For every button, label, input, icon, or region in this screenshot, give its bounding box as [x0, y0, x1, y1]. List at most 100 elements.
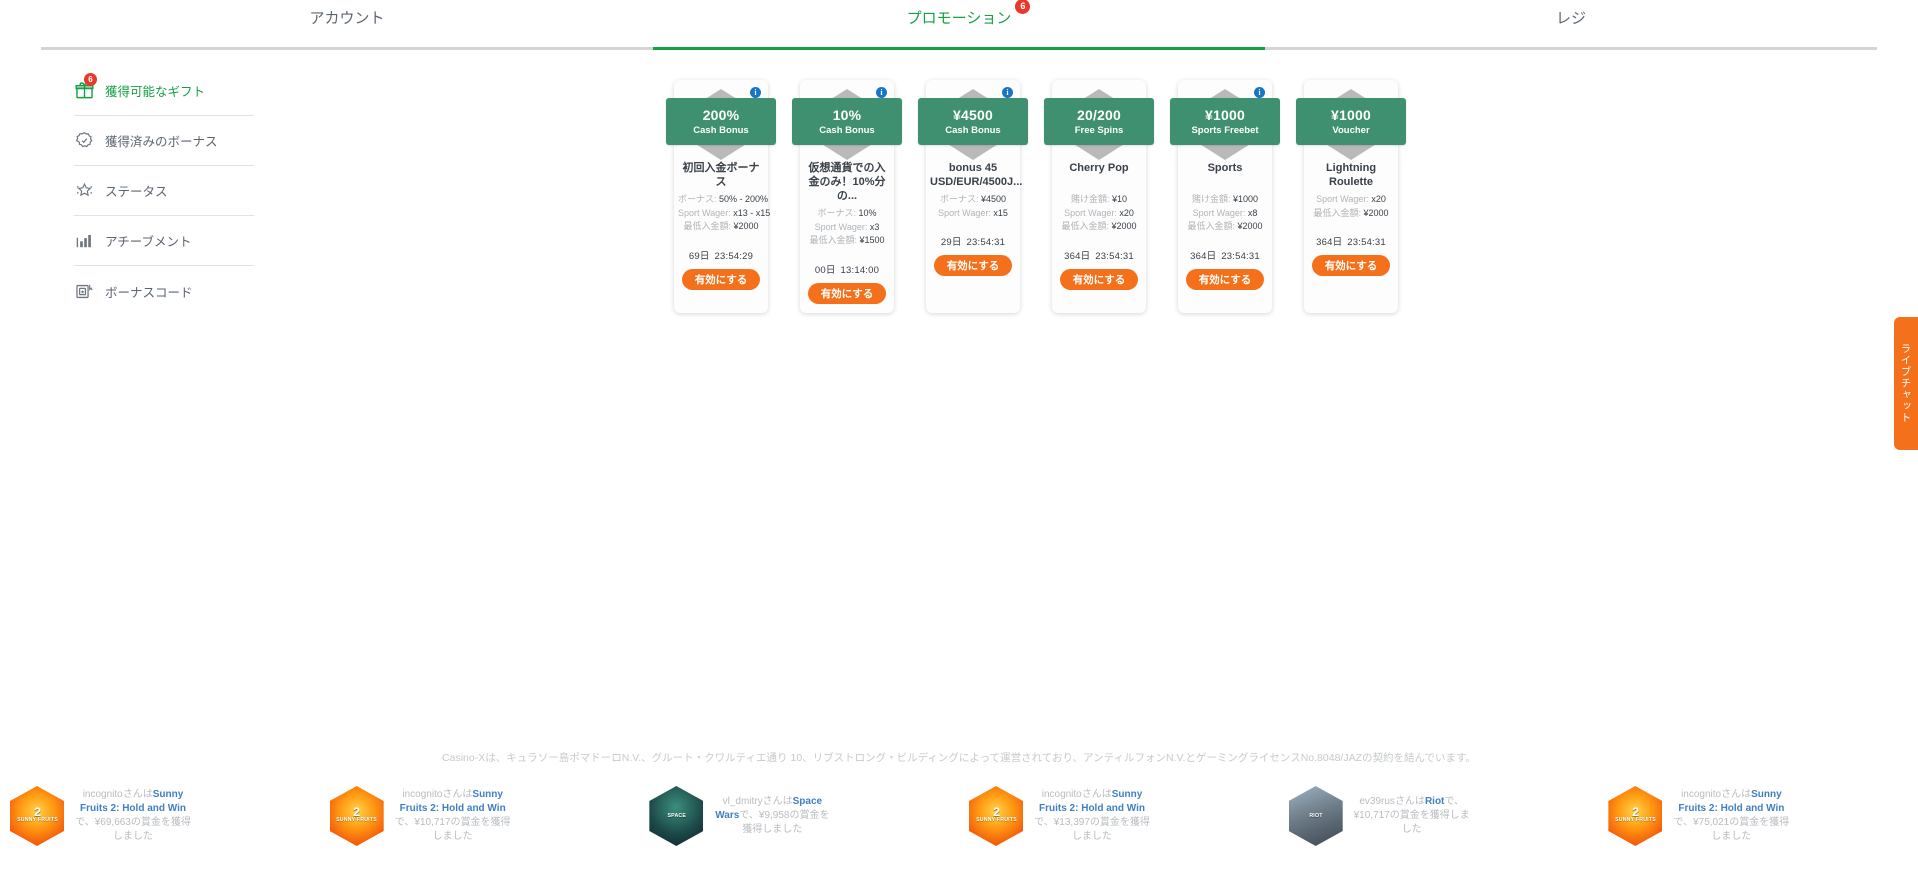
detail-key: Sport Wager: [1064, 207, 1117, 218]
sunny-fruits-thumb[interactable]: 2 SUNNY FRUITS [329, 786, 384, 846]
ribbon-amount: ¥1000 [1331, 107, 1371, 123]
winner-item[interactable]: RIOT ev39rusさんはRiotで、¥10,717の賞金を獲得しました [1279, 786, 1599, 846]
riot-thumb[interactable]: RIOT [1288, 786, 1343, 846]
detail-value: ¥2000 [1363, 207, 1389, 218]
promotion-card[interactable]: i 200% Cash Bonus 初回入金ボーナス ボーナス: 50% - 200% S… [666, 80, 776, 313]
thumb-art: 2 SUNNY FRUITS [975, 804, 1017, 824]
detail-value: ¥2000 [1237, 221, 1263, 231]
tab-account[interactable]: アカウント [41, 6, 653, 50]
detail-value: 10% [858, 208, 877, 218]
winner-username: incognito [1681, 789, 1722, 800]
promotion-detail-row: Sport Wager: x3 [804, 221, 890, 235]
promotion-card[interactable]: i ¥1000 Sports Freebet Sports 賭け金額: ¥1000 Spo… [1170, 80, 1280, 313]
countdown-days: 364日 [1190, 250, 1217, 262]
ribbon-banner: ¥1000 Sports Freebet [1170, 98, 1280, 145]
promotion-detail-row: 最低入金額: ¥2000 [1182, 220, 1268, 234]
winner-item[interactable]: 2 SUNNY FRUITS incognitoさんはSunny Fruits 2:… [0, 786, 320, 846]
promotion-countdown: 29日 23:54:31 [926, 234, 1020, 248]
activate-button[interactable]: 有効にする [1186, 268, 1264, 290]
promotion-card[interactable]: i 10% Cash Bonus 仮想通貨での入金のみ！10%分の... ボーナス: 1… [792, 80, 902, 313]
sidebar-item-0[interactable]: 6 獲得可能なギフト [74, 66, 254, 116]
ribbon-amount: ¥1000 [1205, 107, 1245, 123]
winner-connector: さんは [762, 796, 793, 807]
info-icon[interactable]: i [876, 87, 887, 98]
promotion-detail-row: ボーナス: ¥4500 [930, 193, 1016, 207]
winner-connector: さんは [1081, 789, 1112, 800]
detail-value: ¥2000 [1111, 221, 1137, 231]
promotion-detail-row: Sport Wager: x20 [1308, 193, 1394, 207]
winner-item[interactable]: 2 SUNNY FRUITS incognitoさんはSunny Fruits 2:… [320, 786, 640, 846]
winner-amount-text: で、¥9,958の賞金を獲得しました [739, 810, 830, 835]
ribbon-kind: Sports Freebet [1191, 125, 1259, 136]
sidebar-item-label: 獲得済みのボーナス [105, 135, 218, 149]
winner-username: incognito [402, 789, 443, 800]
promotion-detail-row: 賭け金額: ¥10 [1056, 193, 1142, 207]
sidebar-item-4[interactable]: ボーナスコード [74, 266, 254, 316]
winner-amount-text: で、¥75,021の賞金を獲得しました [1673, 817, 1790, 842]
space-wars-thumb[interactable]: SPACE [649, 786, 704, 846]
info-icon[interactable]: i [1254, 87, 1265, 98]
countdown-days: 364日 [1316, 237, 1343, 248]
detail-key: ボーナス: [939, 194, 979, 204]
activate-button[interactable]: 有効にする [1312, 255, 1390, 276]
top-tabs: アカウント プロモーション 6 レジ [41, 0, 1877, 50]
winner-connector: さんは [442, 789, 473, 800]
promotion-card[interactable]: 20/200 Free Spins Cherry Pop 賭け金額: ¥10 Sport… [1044, 80, 1154, 313]
sunny-fruits-thumb[interactable]: 2 SUNNY FRUITS [969, 786, 1024, 846]
countdown-days: 364日 [1064, 250, 1091, 262]
thumb-art: 2 SUNNY FRUITS [17, 806, 58, 824]
sidebar-item-label: アチーブメント [105, 235, 192, 249]
ribbon-amount: ¥4500 [953, 107, 993, 123]
detail-key: Sport Wager: [938, 207, 991, 218]
sidebar-item-label: 獲得可能なギフト [105, 85, 206, 99]
detail-value: x20 [1119, 207, 1134, 218]
promotion-card[interactable]: i ¥4500 Cash Bonus bonus 45 USD/EUR/4500J..… [918, 80, 1028, 313]
winner-username: incognito [1041, 789, 1082, 800]
sidebar-item-1[interactable]: 獲得済みのボーナス [74, 116, 254, 166]
promotion-card[interactable]: ¥1000 Voucher Lightning Roulette Sport Wage… [1296, 80, 1406, 313]
detail-key: Sport Wager: [1192, 207, 1246, 218]
ribbon-kind: Cash Bonus [945, 125, 1001, 136]
countdown-clock: 23:54:31 [1221, 250, 1260, 262]
tab-promotions[interactable]: プロモーション 6 [653, 0, 1265, 50]
detail-value: ¥2000 [733, 221, 759, 231]
info-icon[interactable]: i [750, 87, 761, 98]
sidebar-item-3[interactable]: アチーブメント [74, 216, 254, 266]
promotion-detail-row: 賭け金額: ¥1000 [1182, 193, 1268, 207]
activate-button[interactable]: 有効にする [808, 282, 886, 304]
detail-key: 賭け金額: [1191, 194, 1231, 204]
promotion-countdown: 69日 23:54:29 [674, 248, 768, 262]
sunny-fruits-thumb[interactable]: 2 SUNNY FRUITS [10, 786, 64, 846]
activate-button[interactable]: 有効にする [682, 268, 760, 290]
winner-text: incognitoさんはSunny Fruits 2: Hold and Win… [1033, 788, 1151, 844]
activate-button[interactable]: 有効にする [934, 255, 1012, 276]
winner-game-link[interactable]: Riot [1425, 796, 1444, 807]
winner-item[interactable]: 2 SUNNY FRUITS incognitoさんはSunny Fruits 2:… [1598, 786, 1918, 846]
winner-item[interactable]: 2 SUNNY FRUITS incognitoさんはSunny Fruits 2:… [959, 786, 1279, 846]
winner-amount-text: で、¥10,717の賞金を獲得しました [394, 817, 511, 842]
detail-value: x3 [869, 221, 880, 232]
gift-icon: 6 [74, 72, 97, 101]
thumb-game-name: SUNNY FRUITS [975, 816, 1017, 823]
live-chat-tab[interactable]: ライブチャット [1894, 317, 1918, 450]
promotion-ribbon: 20/200 Free Spins [1044, 89, 1154, 160]
thumb-badge-number: 2 [992, 804, 1000, 819]
winner-item[interactable]: SPACE vl_dmitryさんはSpace Warsで、¥9,958の賞金を獲… [639, 786, 959, 846]
info-icon[interactable]: i [1002, 87, 1013, 98]
detail-value: x20 [1371, 194, 1386, 204]
recent-winners-ticker: 2 SUNNY FRUITS incognitoさんはSunny Fruits 2:… [0, 760, 1918, 872]
tab-label-wrap: レジ [1556, 6, 1586, 32]
sidebar-item-2[interactable]: ステータス [74, 166, 254, 216]
countdown-days: 69日 [688, 250, 710, 262]
ribbon-banner: 200% Cash Bonus [666, 98, 776, 145]
tab-cashier[interactable]: レジ [1265, 6, 1877, 50]
detail-key: 最低入金額: [1187, 221, 1235, 231]
thumb-art: SPACE [667, 812, 686, 821]
winner-amount-text: で、¥69,663の賞金を獲得しました [75, 817, 191, 842]
tab-label: アカウント [309, 10, 385, 27]
sunny-fruits-thumb[interactable]: 2 SUNNY FRUITS [1608, 786, 1663, 846]
activate-button[interactable]: 有効にする [1060, 268, 1138, 290]
ribbon-kind: Cash Bonus [693, 125, 749, 136]
detail-value: x15 [993, 207, 1008, 218]
bonus-code-icon [74, 281, 94, 301]
